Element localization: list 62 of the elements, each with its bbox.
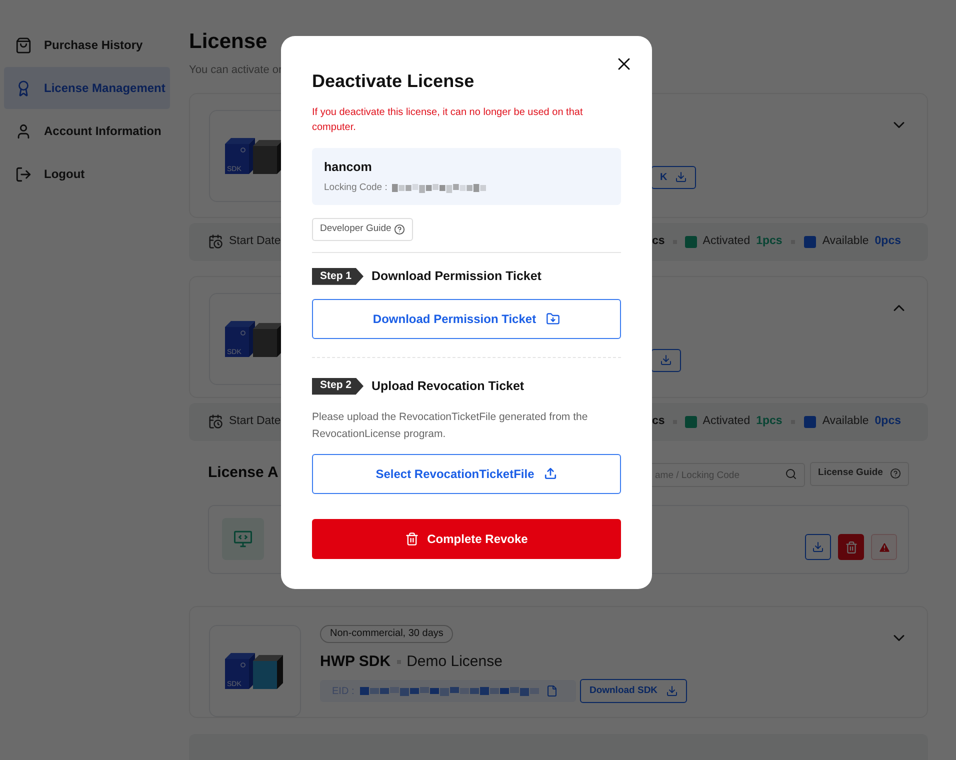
activated-count: 1pcs (756, 414, 782, 429)
license-type: Demo License (406, 652, 502, 672)
step-title: Download Permission Ticket (372, 268, 542, 285)
step-title: Upload Revocation Ticket (372, 378, 524, 395)
search-icon (785, 468, 797, 480)
available-swatch (804, 416, 816, 428)
activated-swatch (684, 236, 697, 248)
dialog-title: Deactivate License (312, 70, 476, 92)
trash-icon (844, 540, 858, 554)
step-description: Please upload the RevocationTicketFile generated from the RevocationLicense program. (312, 410, 589, 442)
download-icon (812, 541, 824, 553)
delete-button[interactable] (838, 534, 864, 560)
developer-guide-button[interactable]: Developer Guide (312, 218, 414, 241)
download-ticket-button[interactable]: Download Permission Ticket (312, 298, 621, 339)
warning-icon (878, 540, 890, 554)
available-label: Available (822, 414, 869, 429)
total-count: cs (652, 234, 665, 249)
sidebar-item[interactable]: Purchase History (4, 24, 170, 66)
download-sdk-button[interactable]: Download SDK (580, 679, 687, 703)
help-icon (890, 468, 901, 479)
calendar-icon (208, 414, 223, 429)
download-icon (675, 171, 688, 183)
logout-icon (15, 166, 32, 182)
download-button[interactable] (805, 534, 831, 560)
activated-swatch (684, 416, 697, 428)
available-count: 0pcs (874, 234, 901, 249)
folder-download-icon (546, 312, 560, 326)
page-title: License (189, 29, 268, 55)
complete-revoke-button[interactable]: Complete Revoke (312, 518, 621, 558)
start-date-label: Start Date (229, 234, 281, 249)
step-badge: Step 1 (312, 268, 364, 285)
product-name: HWP SDK (320, 652, 391, 672)
bag-icon (15, 36, 32, 54)
locking-code-label: Locking Code : (324, 180, 388, 195)
available-count: 0pcs (874, 414, 901, 429)
download-icon (660, 354, 672, 366)
user-icon (15, 122, 32, 140)
device-name: hancom (324, 159, 373, 176)
available-swatch (804, 236, 816, 248)
available-label: Available (822, 234, 869, 249)
warning-text: If you deactivate this license, it can no longer be used on that computer. (312, 106, 584, 135)
step-badge: Step 2 (312, 378, 364, 395)
sidebar-item[interactable]: Logout (4, 153, 170, 195)
monitor-icon (222, 518, 264, 560)
select-file-button[interactable]: Select RevocationTicketFile (312, 454, 621, 494)
download-icon (666, 685, 678, 697)
license-guide-button[interactable]: License Guide (810, 462, 909, 486)
help-icon (394, 224, 406, 235)
calendar-icon (208, 234, 223, 249)
license-badge: Non-commercial, 30 days (320, 624, 454, 642)
warning-button[interactable] (871, 534, 897, 560)
activated-label: Activated (702, 414, 750, 429)
activated-count: 1pcs (756, 234, 782, 249)
activated-label: Activated (702, 234, 750, 249)
start-date-label: Start Date (229, 414, 281, 429)
sidebar-item[interactable]: Account Information (4, 110, 170, 152)
section-title: License A (208, 463, 278, 484)
upload-icon (544, 467, 558, 480)
copy-icon[interactable] (546, 685, 558, 697)
total-count: cs (652, 414, 665, 429)
trash-icon (405, 532, 420, 546)
sidebar-item[interactable]: License Management (4, 67, 170, 109)
